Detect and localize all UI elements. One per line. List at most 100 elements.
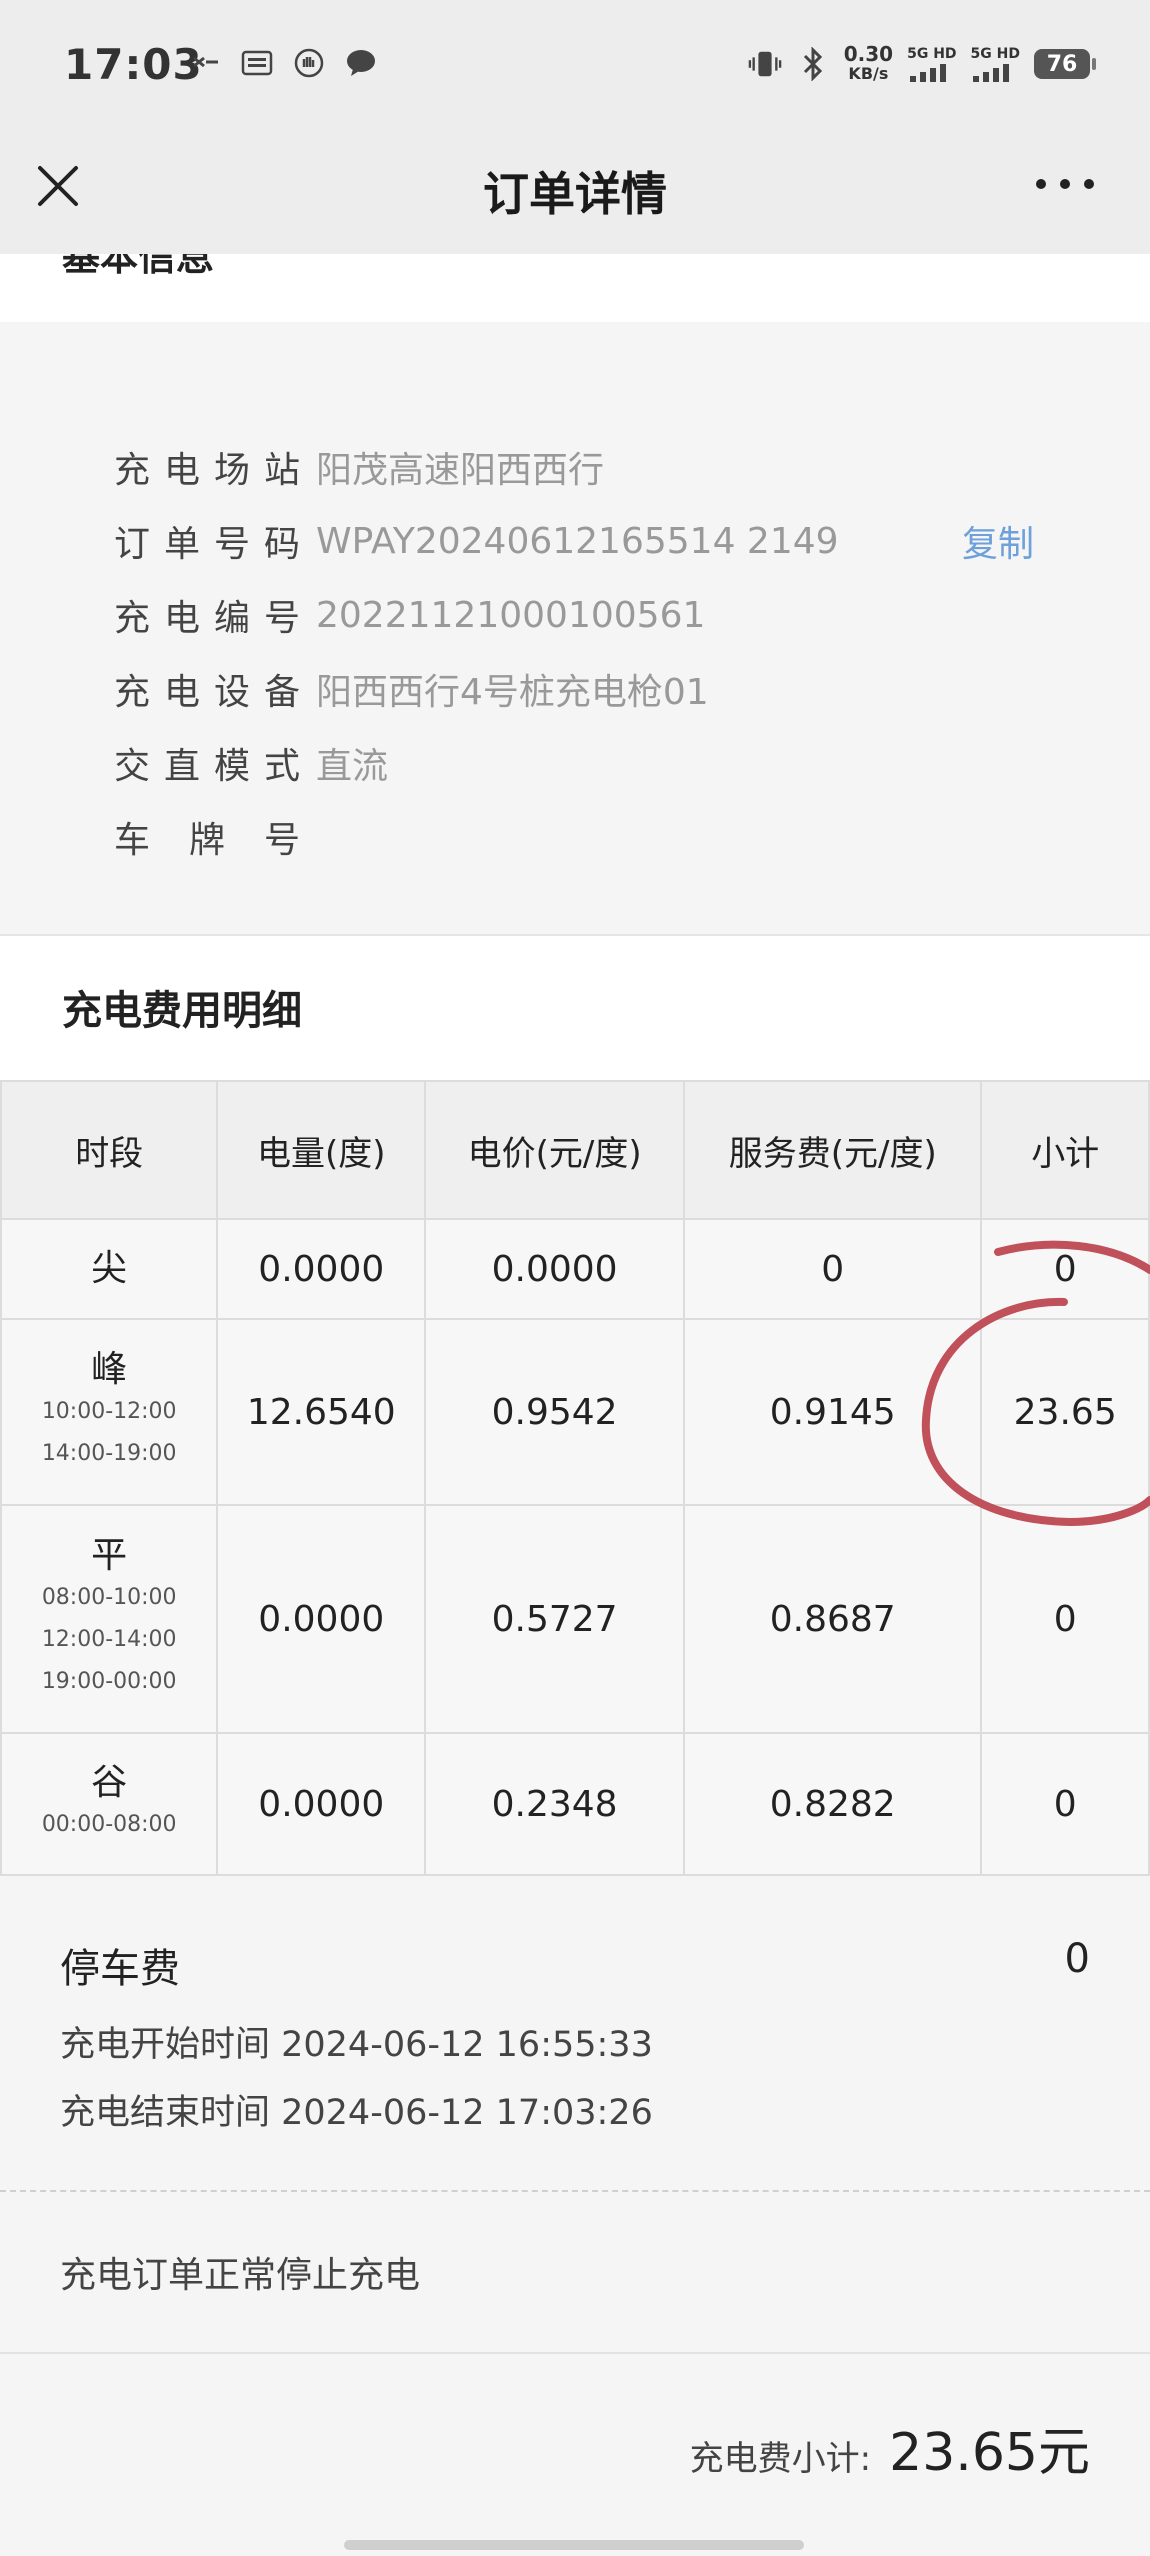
- table-row: 谷 00:00-08:00 0.0000 0.2348 0.8282 0: [0, 1732, 1150, 1876]
- column-header: 时段: [0, 1080, 219, 1220]
- net-speed-unit: KB/s: [848, 64, 889, 83]
- period-name: 谷: [91, 1762, 128, 1803]
- signal-bars-icon: [973, 64, 1010, 82]
- period-time: 10:00-12:00: [41, 1399, 177, 1424]
- period-cell: 谷 00:00-08:00: [0, 1732, 219, 1876]
- sim1-label: 5G HD: [907, 46, 957, 62]
- table-row: 峰 10:00-12:00 14:00-19:00 12.6540 0.9542…: [0, 1318, 1150, 1506]
- basic-info-header: 基本信息: [0, 254, 1150, 322]
- column-header: 服务费(元/度): [683, 1080, 983, 1220]
- service-cell: 0.9145: [683, 1318, 983, 1506]
- service-cell: 0.8687: [683, 1504, 983, 1734]
- info-row-device: 充电设备 阳西西行4号桩充电枪01: [114, 664, 709, 714]
- column-header: 小计: [980, 1080, 1150, 1220]
- info-value: 直流: [316, 746, 389, 787]
- bluetooth-icon: [796, 47, 830, 81]
- toutiao-icon: [240, 46, 274, 80]
- column-header: 电价(元/度): [424, 1080, 686, 1220]
- copy-button[interactable]: 复制: [962, 515, 1034, 567]
- period-name: 平: [91, 1535, 128, 1576]
- info-row-mode: 交直模式 直流: [114, 738, 388, 788]
- period-cell: 尖: [0, 1218, 219, 1320]
- column-header: 电量(度): [216, 1080, 427, 1220]
- nav-bar: 订单详情: [0, 140, 1150, 254]
- chat-bubble-icon: [344, 46, 378, 80]
- subtotal-label: 充电费小计:: [689, 2439, 872, 2479]
- order-number-value: WPAY20240612165514 2149: [316, 520, 839, 562]
- signal-sim2: 5G HD: [971, 46, 1020, 82]
- subtotal-cell: 0: [980, 1504, 1150, 1734]
- period-time: 08:00-10:00: [41, 1585, 177, 1610]
- period-times: 08:00-10:00 12:00-14:00 19:00-00:00: [3, 1577, 215, 1703]
- period-times: 00:00-08:00: [3, 1804, 215, 1846]
- info-value: 20221121000100561: [316, 594, 706, 636]
- info-label: 交直模式: [114, 746, 300, 787]
- service-cell: 0: [683, 1218, 983, 1320]
- status-time: 17:03: [64, 40, 203, 89]
- fee-detail-title: 充电费用明细: [62, 988, 302, 1034]
- period-time: 19:00-00:00: [41, 1669, 177, 1694]
- basic-info-title: 基本信息: [62, 254, 215, 279]
- info-label: 充电设备: [114, 672, 300, 713]
- subtotal-cell: 0: [980, 1732, 1150, 1876]
- period-cell: 峰 10:00-12:00 14:00-19:00: [0, 1318, 219, 1506]
- more-dot-icon: [1060, 179, 1070, 189]
- sim2-label: 5G HD: [970, 46, 1020, 62]
- price-cell: 0.5727: [424, 1504, 686, 1734]
- battery-icon: 76: [1034, 49, 1096, 79]
- info-value: 阳茂高速阳西西行: [316, 450, 605, 491]
- period-time: 14:00-19:00: [41, 1441, 177, 1466]
- signal-sim1: 5G HD: [907, 46, 957, 82]
- net-speed: 0.30 KB/s: [844, 44, 893, 84]
- info-row-charge-number: 充电编号 20221121000100561: [114, 590, 705, 640]
- kwh-cell: 0.0000: [216, 1732, 427, 1876]
- net-speed-value: 0.30: [843, 42, 894, 66]
- info-label: 车牌号: [114, 820, 300, 861]
- app-notification-icon: [188, 46, 222, 80]
- info-label: 充电编号: [114, 598, 300, 639]
- service-cell: 0.8282: [683, 1732, 983, 1876]
- kwh-cell: 0.0000: [216, 1504, 427, 1734]
- subtotal-cell: 0: [980, 1218, 1150, 1320]
- price-cell: 0.2348: [424, 1732, 686, 1876]
- parking-section: 停车费 0 充电开始时间 2024-06-12 16:55:33 充电结束时间 …: [0, 1880, 1150, 2192]
- signal-bars-icon: [909, 64, 946, 82]
- fee-table: 时段 电量(度) 电价(元/度) 服务费(元/度) 小计 尖 0.0000 0.…: [0, 1080, 1150, 1876]
- stop-reason-text: 充电订单正常停止充电: [60, 2255, 421, 2296]
- subtotal-cell: 23.65: [980, 1318, 1150, 1506]
- info-row-order-number: 订单号码 WPAY20240612165514 2149 复制: [114, 516, 1150, 566]
- info-row-plate: 车牌号: [114, 812, 316, 862]
- fee-detail-header: 充电费用明细: [0, 934, 1150, 1082]
- price-cell: 0.9542: [424, 1318, 686, 1506]
- info-label: 充电场站: [114, 450, 300, 491]
- hand-icon: [292, 46, 326, 80]
- home-indicator[interactable]: [344, 2540, 804, 2550]
- stop-reason-section: 充电订单正常停止充电: [0, 2192, 1150, 2354]
- price-cell: 0.0000: [424, 1218, 686, 1320]
- fee-table-header-row: 时段 电量(度) 电价(元/度) 服务费(元/度) 小计: [0, 1080, 1150, 1220]
- charge-start-time: 充电开始时间 2024-06-12 16:55:33: [60, 2025, 653, 2065]
- period-time: 00:00-08:00: [41, 1812, 177, 1837]
- period-times: 10:00-12:00 14:00-19:00: [3, 1391, 215, 1475]
- table-row: 尖 0.0000 0.0000 0 0: [0, 1218, 1150, 1320]
- period-cell: 平 08:00-10:00 12:00-14:00 19:00-00:00: [0, 1504, 219, 1734]
- period-name: 峰: [91, 1349, 128, 1390]
- subtotal-value: 23.65元: [889, 2423, 1090, 2483]
- status-right-icons: 0.30 KB/s 5G HD 5G HD 76: [748, 44, 1096, 84]
- info-label: 订单号码: [114, 524, 300, 565]
- more-dot-icon: [1084, 179, 1094, 189]
- charge-end-time: 充电结束时间 2024-06-12 17:03:26: [60, 2093, 653, 2133]
- page-title: 订单详情: [483, 167, 667, 221]
- info-row-station: 充电场站 阳茂高速阳西西行: [114, 442, 604, 492]
- charge-subtotal: 充电费小计: 23.65元: [690, 2410, 1090, 2485]
- more-dot-icon: [1036, 179, 1046, 189]
- table-row: 平 08:00-10:00 12:00-14:00 19:00-00:00 0.…: [0, 1504, 1150, 1734]
- kwh-cell: 0.0000: [216, 1218, 427, 1320]
- basic-info-block: 充电场站 阳茂高速阳西西行 订单号码 WPAY20240612165514 21…: [0, 322, 1150, 934]
- parking-fee-value: 0: [1064, 1936, 1090, 1982]
- more-button[interactable]: [1036, 172, 1094, 196]
- period-name: 尖: [91, 1248, 128, 1289]
- parking-fee-label: 停车费: [60, 1946, 180, 1992]
- status-bar: 17:03 0.30 KB/s 5G HD 5G HD 76: [0, 0, 1150, 140]
- info-value: 阳西西行4号桩充电枪01: [316, 672, 709, 713]
